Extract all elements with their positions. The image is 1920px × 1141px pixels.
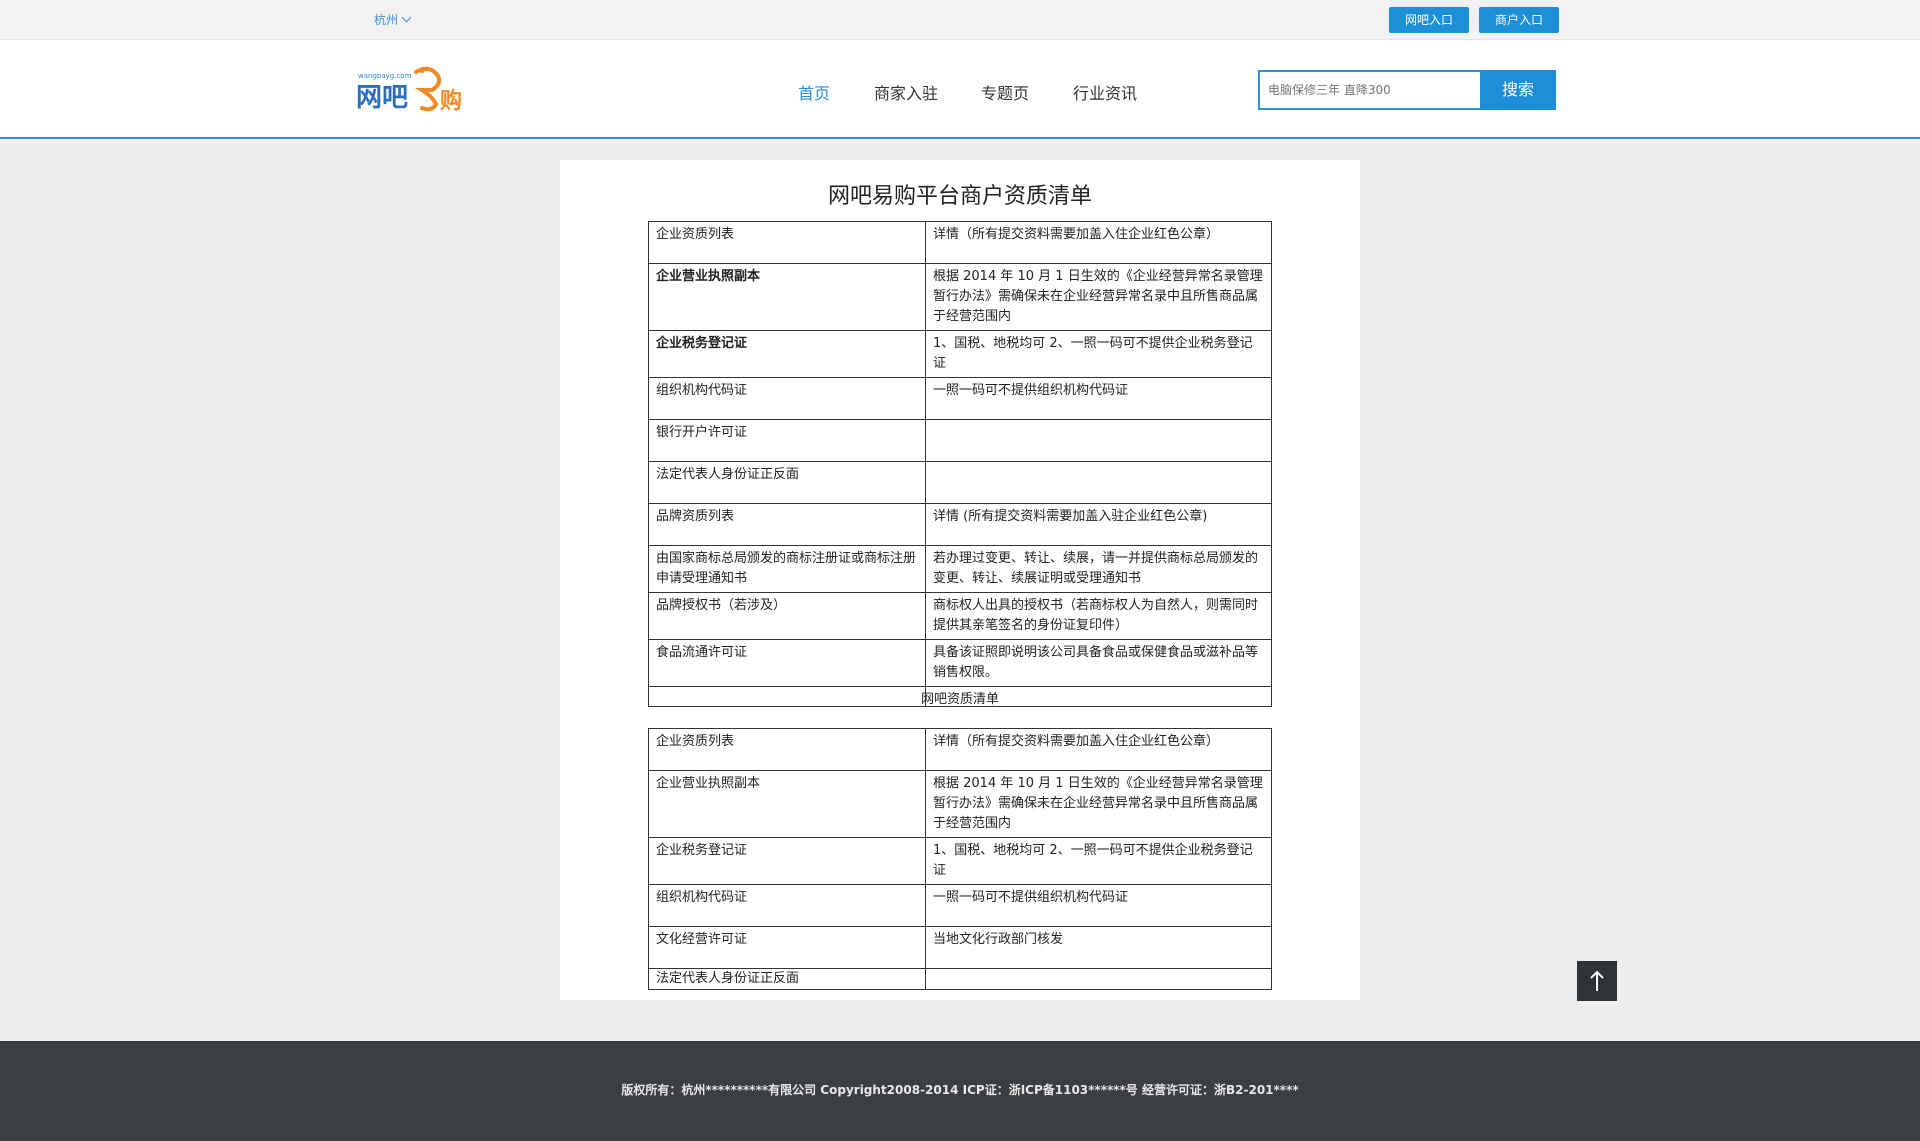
table-cell: 详情（所有提交资料需要加盖入住企业红色公章） — [925, 728, 1272, 771]
merchant-entry-button[interactable]: 商户入口 — [1479, 7, 1559, 33]
table-row: 企业营业执照副本 根据 2014 年 10 月 1 日生效的《企业经营异常名录管理… — [648, 770, 1272, 838]
table-cell — [925, 461, 1272, 504]
table-cell: 根据 2014 年 10 月 1 日生效的《企业经营异常名录管理暂行办法》需确保… — [925, 263, 1272, 331]
table-cell: 文化经营许可证 — [648, 926, 926, 969]
table-row: 银行开户许可证 — [648, 419, 1272, 462]
table-cell: 1、国税、地税均可 2、一照一码可不提供企业税务登记证 — [925, 837, 1272, 885]
table-cell: 组织机构代码证 — [648, 884, 926, 927]
table-cell: 一照一码可不提供组织机构代码证 — [925, 884, 1272, 927]
table-cell: 商标权人出具的授权书（若商标权人为自然人，则需同时提供其亲笔签名的身份证复印件） — [925, 592, 1272, 640]
table-cell: 企业资质列表 — [648, 728, 926, 771]
header: wangbayg.com 网吧 购 首页 商家入驻 专题页 行业资讯 搜索 — [0, 40, 1920, 139]
table-cell: 1、国税、地税均可 2、一照一码可不提供企业税务登记证 — [925, 330, 1272, 378]
table-row: 法定代表人身份证正反面 — [648, 968, 1272, 990]
table-cell: 企业税务登记证 — [648, 330, 926, 378]
nav-home[interactable]: 首页 — [798, 80, 830, 104]
table-row: 法定代表人身份证正反面 — [648, 461, 1272, 504]
table-cell: 企业资质列表 — [648, 221, 926, 264]
section-subtitle: 网吧资质清单 — [920, 692, 999, 707]
svg-text:网吧: 网吧 — [356, 83, 408, 113]
nav-industry-news[interactable]: 行业资讯 — [1073, 80, 1137, 104]
table-row: 组织机构代码证 一照一码可不提供组织机构代码证 — [648, 377, 1272, 420]
site-logo[interactable]: wangbayg.com 网吧 购 — [356, 62, 474, 114]
svg-text:购: 购 — [440, 88, 462, 114]
table-cell: 企业营业执照副本 — [648, 770, 926, 838]
table-cell: 企业税务登记证 — [648, 837, 926, 885]
table-cell: 品牌授权书（若涉及） — [648, 592, 926, 640]
table-cell: 根据 2014 年 10 月 1 日生效的《企业经营异常名录管理暂行办法》需确保… — [925, 770, 1272, 838]
table-row: 企业资质列表 详情（所有提交资料需要加盖入住企业红色公章） — [648, 728, 1272, 771]
arrow-up-icon — [1590, 970, 1604, 991]
footer: 版权所有：杭州**********有限公司 Copyright2008-2014… — [0, 1041, 1920, 1141]
table-cell — [925, 968, 1272, 990]
table-cell: 由国家商标总局颁发的商标注册证或商标注册申请受理通知书 — [648, 545, 926, 593]
table-cell: 食品流通许可证 — [648, 639, 926, 687]
document-title: 网吧易购平台商户资质清单 — [827, 184, 1092, 209]
merchant-qualification-table: 企业资质列表 详情（所有提交资料需要加盖入住企业红色公章） 企业营业执照副本 根据 … — [648, 221, 1272, 707]
table-cell: 企业营业执照副本 — [648, 263, 926, 331]
back-to-top-button[interactable] — [1577, 961, 1617, 1001]
wangba-qualification-table: 企业资质列表 详情（所有提交资料需要加盖入住企业红色公章） 企业营业执照副本 根据 … — [648, 728, 1272, 990]
table-cell: 具备该证照即说明该公司具备食品或保健食品或滋补品等销售权限。 — [925, 639, 1272, 687]
wangba-entry-button[interactable]: 网吧入口 — [1389, 7, 1469, 33]
table-cell: 法定代表人身份证正反面 — [648, 461, 926, 504]
content-panel: 网吧易购平台商户资质清单 企业资质列表 详情（所有提交资料需要加盖入住企业红色公章… — [560, 160, 1360, 1000]
svg-text:wangbayg.com: wangbayg.com — [358, 72, 412, 80]
table-row: 企业税务登记证 1、国税、地税均可 2、一照一码可不提供企业税务登记证 — [648, 837, 1272, 885]
city-label: 杭州 — [374, 13, 399, 27]
table-cell: 详情 (所有提交资料需要加盖入驻企业红色公章) — [925, 503, 1272, 546]
table-row: 企业税务登记证 1、国税、地税均可 2、一照一码可不提供企业税务登记证 — [648, 330, 1272, 378]
search-button[interactable]: 搜索 — [1480, 70, 1556, 110]
table-row: 由国家商标总局颁发的商标注册证或商标注册申请受理通知书 若办理过变更、转让、续展，… — [648, 545, 1272, 593]
table-cell: 组织机构代码证 — [648, 377, 926, 420]
table-cell: 当地文化行政部门核发 — [925, 926, 1272, 969]
table-row: 企业营业执照副本 根据 2014 年 10 月 1 日生效的《企业经营异常名录管理… — [648, 263, 1272, 331]
table-cell: 银行开户许可证 — [648, 419, 926, 462]
table-cell: 一照一码可不提供组织机构代码证 — [925, 377, 1272, 420]
city-selector[interactable]: 杭州 — [374, 11, 412, 28]
table-row: 企业资质列表 详情（所有提交资料需要加盖入住企业红色公章） — [648, 221, 1272, 264]
table-row: 品牌授权书（若涉及） 商标权人出具的授权书（若商标权人为自然人，则需同时提供其亲笔… — [648, 592, 1272, 640]
table-row: 食品流通许可证 具备该证照即说明该公司具备食品或保健食品或滋补品等销售权限。 — [648, 639, 1272, 687]
table-cell: 品牌资质列表 — [648, 503, 926, 546]
nav-merchant-join[interactable]: 商家入驻 — [874, 80, 938, 104]
chevron-down-icon — [401, 12, 412, 23]
nav-topic[interactable]: 专题页 — [981, 80, 1029, 104]
search-input[interactable] — [1260, 72, 1486, 108]
table-cell: 法定代表人身份证正反面 — [648, 968, 926, 990]
top-bar: 杭州 网吧入口 商户入口 — [0, 0, 1920, 40]
table-cell — [925, 419, 1272, 462]
table-row: 组织机构代码证 一照一码可不提供组织机构代码证 — [648, 884, 1272, 927]
table-cell: 若办理过变更、转让、续展，请一并提供商标总局颁发的变更、转让、续展证明或受理通知… — [925, 545, 1272, 593]
table-row: 品牌资质列表 详情 (所有提交资料需要加盖入驻企业红色公章) — [648, 503, 1272, 546]
table-cell: 详情（所有提交资料需要加盖入住企业红色公章） — [925, 221, 1272, 264]
copyright-text: 版权所有：杭州**********有限公司 Copyright2008-2014… — [621, 1083, 1299, 1097]
table-row: 文化经营许可证 当地文化行政部门核发 — [648, 926, 1272, 969]
